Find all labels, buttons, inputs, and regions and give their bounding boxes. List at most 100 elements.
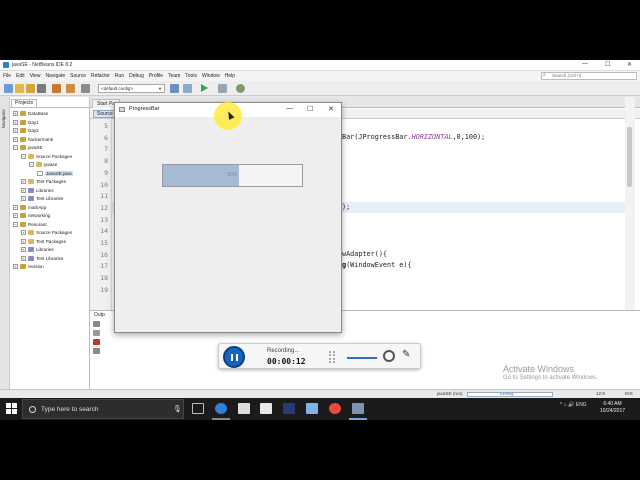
- menu-team[interactable]: Team: [165, 71, 182, 79]
- close-button[interactable]: ✕: [328, 105, 334, 113]
- expand-icon[interactable]: +: [13, 128, 18, 134]
- microphone-icon[interactable]: 🎙: [173, 405, 182, 413]
- expand-icon[interactable]: +: [21, 238, 26, 244]
- menu-tools[interactable]: Tools: [182, 71, 199, 79]
- expand-icon[interactable]: +: [21, 187, 26, 193]
- app-cube-icon[interactable]: [306, 403, 318, 414]
- store-icon[interactable]: [260, 403, 272, 414]
- recorder-drag-handle[interactable]: [329, 351, 335, 363]
- tree-item[interactable]: + Test Libraries: [21, 195, 63, 202]
- tree-item[interactable]: + Test Packages: [21, 238, 66, 245]
- ide-search-input[interactable]: Search (Ctrl+I): [541, 72, 637, 80]
- chrome-icon[interactable]: [329, 403, 341, 414]
- undo-icon[interactable]: [52, 84, 61, 93]
- expand-icon[interactable]: +: [13, 136, 18, 142]
- run-icon[interactable]: [201, 84, 208, 92]
- tree-item[interactable]: − javaSE: [13, 144, 43, 151]
- tree-item[interactable]: + Day1: [13, 119, 39, 126]
- tree-item[interactable]: + Test Packages: [21, 178, 66, 185]
- menu-file[interactable]: File: [0, 71, 13, 79]
- ide-maximize-button[interactable]: ☐: [605, 61, 610, 68]
- taskbar-clock[interactable]: 6:40 AM 10/24/2017: [600, 401, 625, 415]
- save-all-icon[interactable]: [37, 84, 46, 93]
- menu-edit[interactable]: Edit: [13, 71, 27, 79]
- output-tab[interactable]: Outp: [94, 312, 105, 318]
- stop-icon[interactable]: [93, 339, 100, 345]
- editor-vertical-scrollbar[interactable]: [625, 97, 635, 310]
- ide-minimize-button[interactable]: —: [582, 61, 588, 67]
- collapse-icon[interactable]: −: [13, 221, 18, 227]
- profile-icon[interactable]: [236, 84, 245, 93]
- tree-item[interactable]: + hackermank: [13, 136, 53, 143]
- pause-recording-button[interactable]: [223, 346, 245, 368]
- tree-item[interactable]: − Source Packages: [21, 153, 72, 160]
- photoshop-icon[interactable]: [283, 403, 295, 414]
- open-project-icon[interactable]: [26, 84, 35, 93]
- tree-item[interactable]: + revision: [13, 263, 44, 270]
- scrollbar-thumb[interactable]: [627, 127, 632, 187]
- new-file-icon[interactable]: [4, 84, 13, 93]
- build-icon[interactable]: [170, 84, 179, 93]
- menu-run[interactable]: Run: [112, 71, 126, 79]
- collapse-icon[interactable]: −: [21, 153, 26, 159]
- tree-item[interactable]: JavaSE.java: [37, 170, 73, 177]
- tree-item[interactable]: + Libraries: [21, 246, 54, 253]
- menu-view[interactable]: View: [27, 71, 43, 79]
- expand-icon[interactable]: +: [21, 247, 26, 253]
- tree-item[interactable]: − Resurant: [13, 221, 47, 228]
- expand-icon[interactable]: +: [21, 230, 26, 236]
- mail-icon[interactable]: [238, 403, 250, 414]
- menu-navigate[interactable]: Navigate: [42, 71, 67, 79]
- tree-item[interactable]: + Day2: [13, 127, 39, 134]
- menu-debug[interactable]: Debug: [126, 71, 146, 79]
- run-progress-indicator[interactable]: running...: [467, 391, 553, 397]
- tree-item[interactable]: + Libraries: [21, 187, 54, 194]
- expand-icon[interactable]: +: [13, 111, 18, 117]
- task-view-icon[interactable]: [192, 403, 204, 414]
- menu-source[interactable]: Source: [67, 71, 88, 79]
- line-number: 9: [104, 168, 108, 177]
- menu-refactor[interactable]: Refactor: [88, 71, 112, 79]
- tree-item[interactable]: + DataBase: [13, 110, 48, 117]
- tree-item-label: Test Libraries: [36, 196, 64, 201]
- debug-icon[interactable]: [218, 84, 227, 93]
- ide-close-button[interactable]: ✕: [627, 61, 632, 68]
- maximize-button[interactable]: ☐: [307, 105, 313, 113]
- redo-arrow-icon[interactable]: [81, 84, 90, 93]
- configuration-select[interactable]: <default config> ▼: [98, 84, 165, 93]
- redo-icon[interactable]: [66, 84, 75, 93]
- minimize-button[interactable]: —: [286, 105, 293, 112]
- rerun-icon[interactable]: [93, 321, 100, 327]
- projects-tab[interactable]: Projects: [11, 99, 38, 107]
- system-tray[interactable]: ^ ⌂ 🔊 ENG: [560, 402, 587, 408]
- new-project-icon[interactable]: [15, 84, 24, 93]
- collapse-icon[interactable]: −: [13, 145, 18, 151]
- edge-browser-icon[interactable]: [215, 403, 227, 414]
- expand-icon[interactable]: +: [21, 196, 26, 202]
- output-settings-icon[interactable]: [93, 348, 100, 354]
- tree-item[interactable]: + Source Packages: [21, 229, 72, 236]
- expand-icon[interactable]: +: [13, 213, 18, 219]
- pen-annotation-icon[interactable]: ✎: [402, 349, 410, 360]
- expand-icon[interactable]: +: [13, 119, 18, 125]
- menu-profile[interactable]: Profile: [146, 71, 165, 79]
- collapse-icon[interactable]: −: [29, 162, 34, 168]
- menu-help[interactable]: Help: [222, 71, 237, 79]
- tree-item[interactable]: + Test Libraries: [21, 255, 63, 262]
- volume-slider[interactable]: [347, 357, 377, 359]
- taskbar-search-box[interactable]: Type here to search 🎙: [22, 399, 184, 419]
- menu-window[interactable]: Window: [199, 71, 222, 79]
- navigator-tab[interactable]: Navigator: [1, 109, 6, 128]
- expand-icon[interactable]: +: [21, 255, 26, 261]
- windows-start-button[interactable]: [6, 403, 17, 414]
- tree-item[interactable]: + mathApp: [13, 204, 46, 211]
- expand-icon[interactable]: +: [21, 179, 26, 185]
- netbeans-task-icon[interactable]: [352, 403, 364, 414]
- tree-item[interactable]: + networking: [13, 212, 50, 219]
- expand-icon[interactable]: +: [13, 264, 18, 270]
- rerun-params-icon[interactable]: [93, 330, 100, 336]
- expand-icon[interactable]: +: [13, 204, 18, 210]
- webcam-icon[interactable]: [383, 350, 395, 362]
- clean-build-icon[interactable]: [183, 84, 192, 93]
- tree-item[interactable]: − javase: [29, 161, 57, 168]
